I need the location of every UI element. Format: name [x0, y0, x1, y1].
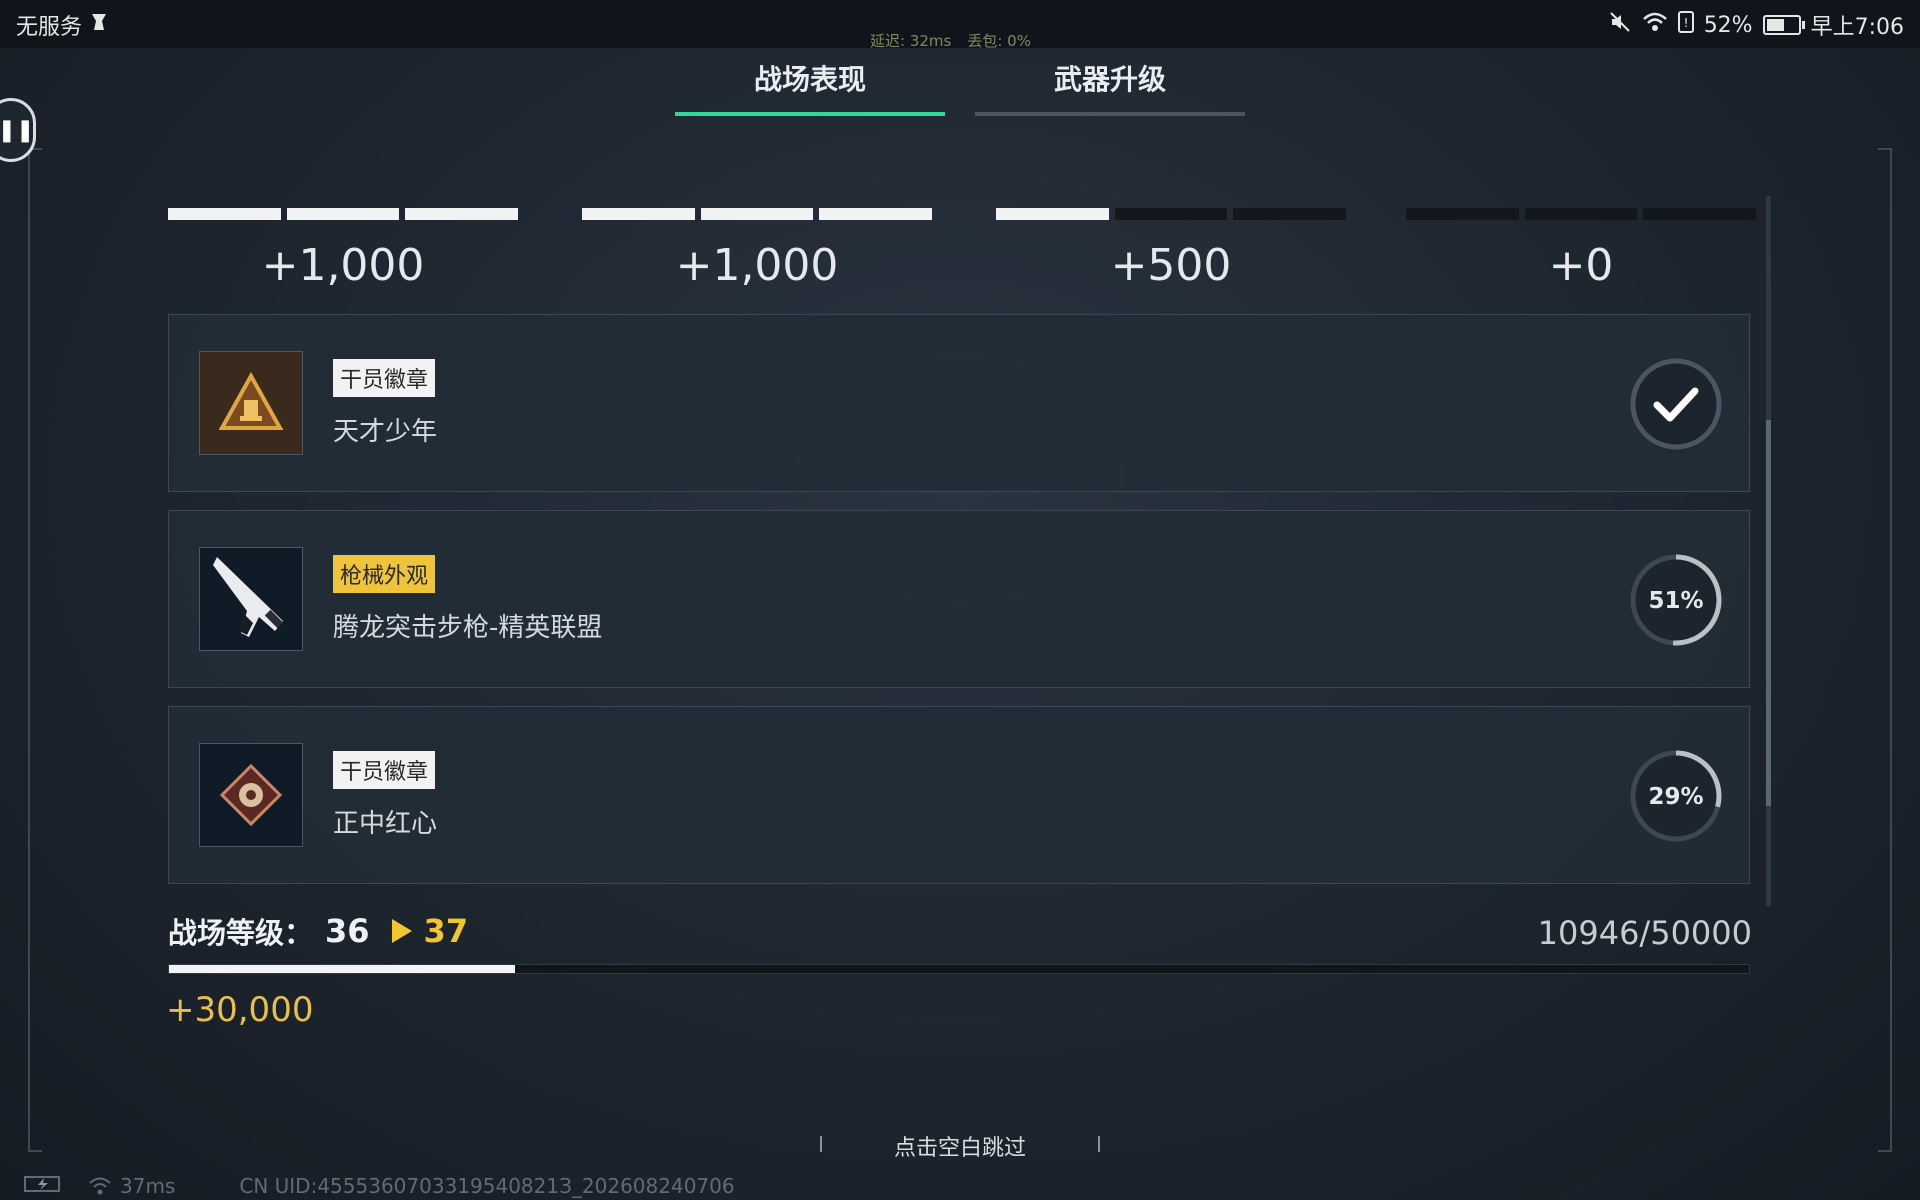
reward-thumbnail: [199, 351, 303, 455]
progress-ring: 29%: [1629, 749, 1723, 843]
scrollbar-thumb[interactable]: [1766, 420, 1771, 806]
progress-percent: 51%: [1648, 588, 1703, 614]
current-level: 36: [325, 912, 370, 950]
reward-thumbnail: [199, 743, 303, 847]
latency-text: 延迟: 32ms: [870, 32, 952, 50]
footer: 37ms CN UID:4555360703319540821З_2026082…: [24, 1172, 735, 1200]
level-arrow-icon: [391, 919, 412, 943]
score-segment: [819, 208, 933, 220]
status-right: ! 52% 早上7:06: [1608, 9, 1904, 41]
score-segment-group: [582, 208, 933, 220]
xp-counter: 10946/50000: [1537, 914, 1752, 952]
reward-card[interactable]: 枪械外观 腾龙突击步枪-精英联盟 51%: [168, 510, 1750, 688]
clock: 早上7:06: [1810, 15, 1904, 40]
charging-icon: [24, 1174, 64, 1198]
skip-hint[interactable]: 点击空白跳过: [820, 1130, 1100, 1162]
next-level: 37: [423, 912, 469, 950]
carrier-text: 无服务: [16, 15, 83, 40]
score-segment: [286, 208, 400, 220]
xp-progress-bar: [168, 964, 1750, 974]
ping-text: 37ms: [120, 1174, 176, 1198]
reward-name: 正中红心: [333, 809, 438, 839]
score-segment-group: [1406, 208, 1757, 220]
level-label: 战场等级：: [168, 916, 314, 950]
reward-card[interactable]: 干员徽章 正中红心 29%: [168, 706, 1750, 884]
battery-icon: [1762, 15, 1805, 35]
score-segment: [1643, 208, 1757, 220]
pause-icon: ❚❚: [0, 117, 35, 143]
triangle-badge-icon: [218, 371, 284, 430]
ping-display: 37ms: [88, 1174, 175, 1198]
score-segment: [996, 208, 1109, 220]
status-left: 无服务: [16, 9, 110, 41]
reward-category-badge: 干员徽章: [333, 751, 436, 789]
xp-gain: +30,000: [166, 990, 314, 1030]
score-segment: [168, 208, 281, 220]
score-segment: [1524, 208, 1638, 220]
score-segment: [582, 208, 695, 220]
network-overlay: 延迟: 32ms 丢包: 0%: [870, 30, 1031, 51]
frame-left: [28, 148, 42, 1152]
score-segment: [700, 208, 814, 220]
notification-icon: [88, 11, 110, 39]
uid-text: CN UID:4555360703319540821З_202608240706: [239, 1174, 735, 1198]
packet-loss-text: 丢包: 0%: [967, 32, 1031, 50]
progress-percent: 29%: [1648, 784, 1703, 810]
sim-icon: !: [1677, 11, 1694, 39]
floating-assistant-button[interactable]: ❚❚: [0, 98, 36, 162]
completed-check-icon: [1630, 358, 1722, 450]
reward-category-badge: 枪械外观: [333, 555, 436, 593]
score-segment: [1406, 208, 1519, 220]
xp-progress-fill: [169, 965, 516, 973]
score-amount-1: +1,000: [261, 240, 425, 291]
score-segment-group: [168, 208, 519, 220]
score-segment: [1233, 208, 1347, 220]
tab-bar: 战场表现 武器升级: [675, 58, 1245, 116]
battlefield-level: 战场等级： 36 37: [168, 910, 468, 952]
wifi-icon: [1642, 11, 1668, 39]
reward-name: 腾龙突击步枪-精英联盟: [333, 613, 603, 643]
progress-ring: 51%: [1629, 553, 1723, 647]
score-amount-4: +0: [1548, 240, 1614, 291]
battery-percent: 52%: [1703, 12, 1753, 38]
progress-ring-graphic: 51%: [1630, 554, 1722, 646]
diamond-badge-icon: [219, 763, 283, 827]
reward-category-badge: 干员徽章: [333, 359, 436, 397]
score-segments: [168, 208, 1757, 220]
tab-weapon-upgrade[interactable]: 武器升级: [975, 58, 1245, 116]
wifi-icon: [89, 1177, 111, 1195]
rifle-icon: [213, 557, 284, 637]
reward-card[interactable]: 干员徽章 天才少年: [168, 314, 1750, 492]
rewards-scrollbar[interactable]: [1766, 196, 1771, 906]
progress-ring-graphic: 29%: [1630, 750, 1722, 842]
svg-text:!: !: [1683, 16, 1688, 30]
score-segment-group: [996, 208, 1347, 220]
score-segment: [1114, 208, 1228, 220]
reward-name: 天才少年: [333, 417, 438, 447]
score-segment: [405, 208, 519, 220]
frame-right: [1878, 148, 1892, 1152]
score-amount-3: +500: [1110, 240, 1232, 291]
mute-icon: [1608, 10, 1632, 40]
tab-battlefield-performance[interactable]: 战场表现: [675, 58, 945, 116]
score-amount-2: +1,000: [675, 240, 839, 291]
reward-thumbnail: [199, 547, 303, 651]
